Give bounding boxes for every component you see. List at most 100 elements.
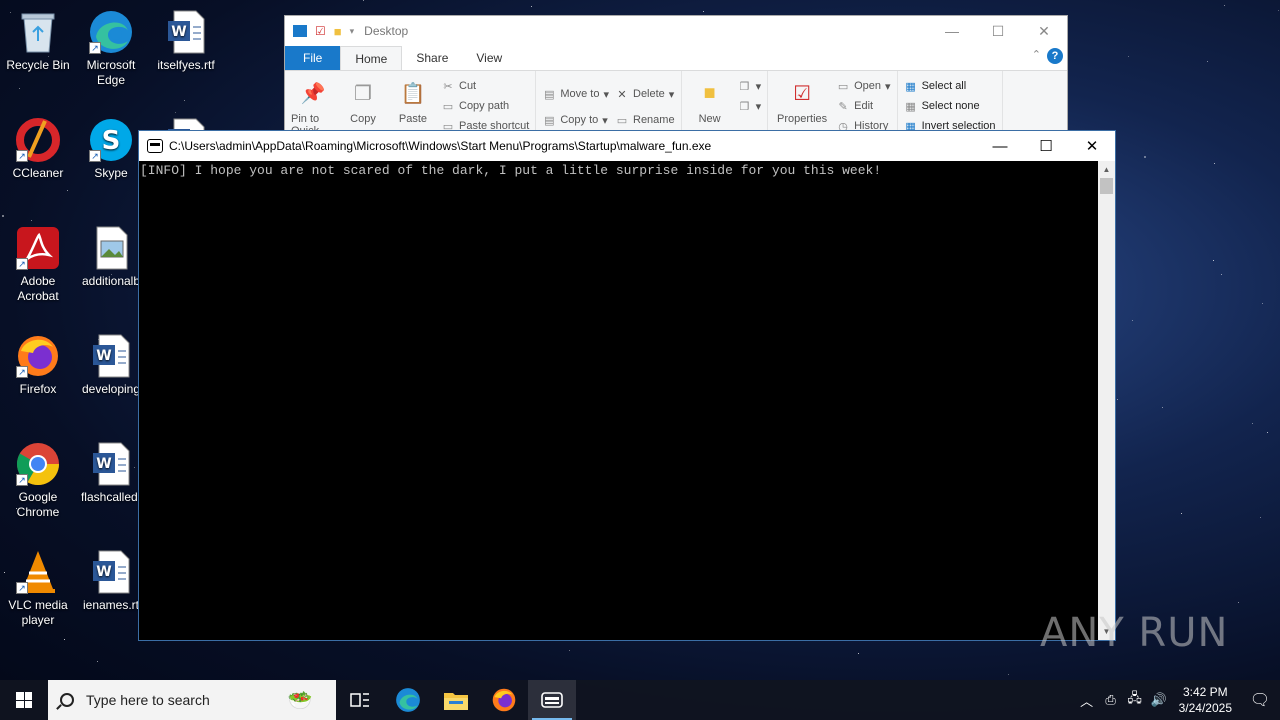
- search-placeholder: Type here to search: [86, 692, 210, 708]
- svg-text:W: W: [96, 456, 111, 472]
- star-dot: [858, 653, 860, 655]
- edit-button[interactable]: ✎ Edit: [836, 99, 890, 113]
- file-explorer-window[interactable]: ☑ ■ ▾ Desktop — ☐ ✕ File Home Share View…: [284, 15, 1068, 145]
- copy-icon: ❐: [354, 82, 372, 105]
- scissors-icon: ✂: [443, 80, 453, 93]
- edit-icon: ✎: [838, 100, 848, 113]
- taskbar-edge-button[interactable]: [384, 680, 432, 720]
- star-dot: [1214, 163, 1216, 165]
- tab-file[interactable]: File: [285, 46, 341, 70]
- svg-text:W: W: [96, 348, 111, 364]
- device-icon[interactable]: ⎙: [1099, 680, 1123, 720]
- easy-access-button[interactable]: ❐ ▾: [738, 99, 761, 113]
- cut-button[interactable]: ✂ Cut: [441, 79, 529, 93]
- explorer-close-button[interactable]: ✕: [1021, 16, 1067, 46]
- star-dot: [1207, 60, 1209, 62]
- clock-date: 3/24/2025: [1178, 701, 1232, 715]
- console-close-button[interactable]: ✕: [1069, 131, 1115, 161]
- task-view-button[interactable]: [336, 680, 384, 720]
- new-item-icon: ❐: [739, 80, 750, 93]
- taskbar-console-button[interactable]: [528, 680, 576, 720]
- star-dot: [174, 111, 176, 113]
- chrome-icon: ↗: [14, 440, 62, 488]
- desktop-icon-itselfyes[interactable]: W itselfyes.rtf: [148, 8, 224, 73]
- taskbar-file-explorer-button[interactable]: [432, 680, 480, 720]
- properties-icon: ☑: [793, 82, 812, 105]
- properties-quick-icon[interactable]: ☑: [315, 24, 326, 38]
- move-to-icon: ▤: [544, 88, 555, 101]
- console-scrollbar[interactable]: ▲ ▼: [1098, 161, 1115, 640]
- file-explorer-icon: [444, 693, 468, 710]
- explorer-maximize-button[interactable]: ☐: [975, 16, 1021, 46]
- copy-path-button[interactable]: ▭ Copy path: [441, 99, 529, 113]
- copy-to-icon: ▤: [544, 114, 555, 127]
- star-dot: [1278, 9, 1280, 11]
- star-dot: [568, 649, 570, 651]
- vlc-icon: ↗: [14, 548, 62, 596]
- console-line: [INFO] I hope you are not scared of the …: [140, 163, 882, 178]
- edge-icon: ↗: [87, 8, 135, 56]
- tab-home[interactable]: Home: [340, 46, 403, 70]
- star-dot: [530, 5, 532, 7]
- select-all-button[interactable]: ▦ Select all: [904, 79, 996, 93]
- scroll-thumb[interactable]: [1100, 178, 1113, 194]
- open-button[interactable]: ▭ Open ▾: [836, 79, 891, 93]
- new-folder-quick-icon[interactable]: ■: [334, 24, 342, 39]
- word-doc-icon: W: [87, 548, 135, 596]
- desktop-icon-edge[interactable]: ↗ Microsoft Edge: [73, 8, 149, 88]
- star-dot: [64, 638, 66, 640]
- desktop-icon-firefox[interactable]: ↗ Firefox: [0, 332, 76, 397]
- volume-icon[interactable]: 🔊: [1147, 680, 1171, 720]
- ribbon-tabs: File Home Share View: [285, 46, 1067, 70]
- acrobat-icon: ↗: [14, 224, 62, 272]
- explorer-minimize-button[interactable]: —: [929, 16, 975, 46]
- start-button[interactable]: [0, 680, 48, 720]
- system-tray: ︿ ⎙ 🖧 🔊 3:42 PM 3/24/2025 🗨: [1075, 680, 1280, 720]
- desktop-icon-acrobat[interactable]: ↗ Adobe Acrobat: [0, 224, 76, 304]
- network-icon[interactable]: 🖧: [1123, 680, 1147, 720]
- easy-access-icon: ❐: [739, 100, 750, 113]
- desktop-icon-vlc[interactable]: ↗ VLC media player: [0, 548, 76, 628]
- taskbar-clock[interactable]: 3:42 PM 3/24/2025: [1171, 684, 1240, 716]
- desktop-icon-chrome[interactable]: ↗ Google Chrome: [0, 440, 76, 520]
- rename-button[interactable]: ▭ Rename: [615, 113, 675, 127]
- word-doc-icon: W: [87, 440, 135, 488]
- notifications-icon[interactable]: 🗨: [1240, 680, 1280, 720]
- star-dot: [1261, 303, 1263, 305]
- desktop-icon-recycle-bin[interactable]: Recycle Bin: [0, 8, 76, 73]
- select-all-icon: ▦: [905, 80, 916, 93]
- taskbar-firefox-button[interactable]: [480, 680, 528, 720]
- ribbon-collapse-icon[interactable]: ⌃: [1032, 48, 1041, 61]
- firefox-icon: [492, 688, 516, 712]
- console-window[interactable]: C:\Users\admin\AppData\Roaming\Microsoft…: [138, 130, 1116, 641]
- star-dot: [1131, 320, 1133, 322]
- star-dot: [96, 661, 98, 663]
- svg-text:S: S: [102, 126, 121, 156]
- console-titlebar[interactable]: C:\Users\admin\AppData\Roaming\Microsoft…: [139, 131, 1115, 161]
- console-maximize-button[interactable]: ☐: [1023, 131, 1069, 161]
- rename-icon: ▭: [616, 114, 628, 127]
- move-to-button[interactable]: ▤ Move to ▾: [542, 87, 609, 101]
- console-output[interactable]: [INFO] I hope you are not scared of the …: [139, 161, 1098, 640]
- tab-view[interactable]: View: [462, 46, 516, 70]
- star-dot: [1007, 674, 1009, 676]
- delete-button[interactable]: ✕ Delete ▾: [615, 87, 675, 101]
- console-app-icon: [147, 139, 163, 153]
- taskbar-search-box[interactable]: Type here to search 🥗: [48, 680, 336, 720]
- select-none-button[interactable]: ▦ Select none: [904, 99, 996, 113]
- explorer-titlebar[interactable]: ☑ ■ ▾ Desktop — ☐ ✕: [285, 16, 1067, 46]
- new-item-button[interactable]: ❐ ▾: [738, 79, 761, 93]
- copy-to-button[interactable]: ▤ Copy to ▾: [542, 113, 609, 127]
- scroll-up-arrow-icon[interactable]: ▲: [1098, 161, 1115, 178]
- show-hidden-icons-chevron-icon[interactable]: ︿: [1075, 680, 1099, 720]
- tab-share[interactable]: Share: [402, 46, 462, 70]
- console-minimize-button[interactable]: —: [977, 131, 1023, 161]
- star-dot: [1237, 602, 1239, 604]
- open-icon: ▭: [837, 80, 849, 93]
- anyrun-watermark: ANY RUN: [1040, 610, 1229, 656]
- skype-icon: S ↗: [87, 116, 135, 164]
- desktop-icon-ccleaner[interactable]: ↗ CCleaner: [0, 116, 76, 181]
- customize-quick-access-icon[interactable]: ▾: [350, 26, 355, 37]
- help-icon[interactable]: ?: [1047, 48, 1063, 64]
- paste-icon: 📋: [400, 82, 426, 105]
